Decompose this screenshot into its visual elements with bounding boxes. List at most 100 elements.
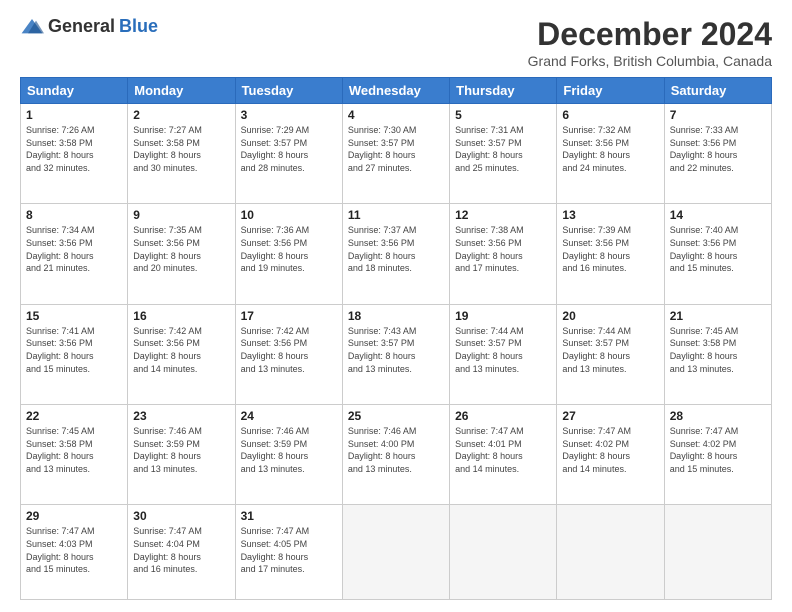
day-number: 15 <box>26 309 122 323</box>
day-number: 11 <box>348 208 444 222</box>
day-number: 1 <box>26 108 122 122</box>
calendar-cell: 3 Sunrise: 7:29 AMSunset: 3:57 PMDaylight… <box>235 104 342 204</box>
day-number: 17 <box>241 309 337 323</box>
day-number: 7 <box>670 108 766 122</box>
day-number: 28 <box>670 409 766 423</box>
day-info: Sunrise: 7:27 AMSunset: 3:58 PMDaylight:… <box>133 124 229 174</box>
day-info: Sunrise: 7:43 AMSunset: 3:57 PMDaylight:… <box>348 325 444 375</box>
calendar-cell: 19Sunrise: 7:44 AMSunset: 3:57 PMDayligh… <box>450 304 557 404</box>
calendar-cell: 5Sunrise: 7:31 AMSunset: 3:57 PMDaylight… <box>450 104 557 204</box>
day-number: 10 <box>241 208 337 222</box>
calendar-cell: 24 Sunrise: 7:46 AMSunset: 3:59 PMDayligh… <box>235 405 342 505</box>
calendar-cell: 27 Sunrise: 7:47 AMSunset: 4:02 PMDayligh… <box>557 405 664 505</box>
day-info: Sunrise: 7:32 AMSunset: 3:56 PMDaylight:… <box>562 124 658 174</box>
col-wednesday: Wednesday <box>342 78 449 104</box>
day-info: Sunrise: 7:40 AMSunset: 3:56 PMDaylight:… <box>670 224 766 274</box>
col-monday: Monday <box>128 78 235 104</box>
day-number: 8 <box>26 208 122 222</box>
calendar-cell: 21 Sunrise: 7:45 AMSunset: 3:58 PMDayligh… <box>664 304 771 404</box>
day-info: Sunrise: 7:39 AMSunset: 3:56 PMDaylight:… <box>562 224 658 274</box>
day-number: 9 <box>133 208 229 222</box>
day-number: 24 <box>241 409 337 423</box>
day-number: 27 <box>562 409 658 423</box>
calendar-cell: 12Sunrise: 7:38 AMSunset: 3:56 PMDayligh… <box>450 204 557 304</box>
calendar-cell: 16 Sunrise: 7:42 AMSunset: 3:56 PMDayligh… <box>128 304 235 404</box>
location-title: Grand Forks, British Columbia, Canada <box>528 53 772 69</box>
day-info: Sunrise: 7:42 AMSunset: 3:56 PMDaylight:… <box>133 325 229 375</box>
calendar-cell: 20Sunrise: 7:44 AMSunset: 3:57 PMDayligh… <box>557 304 664 404</box>
calendar-cell <box>342 505 449 600</box>
col-tuesday: Tuesday <box>235 78 342 104</box>
calendar-cell: 2 Sunrise: 7:27 AMSunset: 3:58 PMDaylight… <box>128 104 235 204</box>
day-info: Sunrise: 7:46 AMSunset: 3:59 PMDaylight:… <box>133 425 229 475</box>
day-number: 22 <box>26 409 122 423</box>
calendar-cell <box>557 505 664 600</box>
day-info: Sunrise: 7:29 AMSunset: 3:57 PMDaylight:… <box>241 124 337 174</box>
day-info: Sunrise: 7:46 AMSunset: 3:59 PMDaylight:… <box>241 425 337 475</box>
day-number: 19 <box>455 309 551 323</box>
day-info: Sunrise: 7:47 AMSunset: 4:04 PMDaylight:… <box>133 525 229 575</box>
day-info: Sunrise: 7:45 AMSunset: 3:58 PMDaylight:… <box>670 325 766 375</box>
calendar-cell: 4Sunrise: 7:30 AMSunset: 3:57 PMDaylight… <box>342 104 449 204</box>
calendar-cell: 9Sunrise: 7:35 AMSunset: 3:56 PMDaylight… <box>128 204 235 304</box>
title-area: December 2024 Grand Forks, British Colum… <box>528 16 772 69</box>
day-number: 31 <box>241 509 337 523</box>
day-info: Sunrise: 7:38 AMSunset: 3:56 PMDaylight:… <box>455 224 551 274</box>
day-info: Sunrise: 7:44 AMSunset: 3:57 PMDaylight:… <box>562 325 658 375</box>
calendar-cell: 28 Sunrise: 7:47 AMSunset: 4:02 PMDayligh… <box>664 405 771 505</box>
logo-blue: Blue <box>119 16 158 37</box>
day-number: 14 <box>670 208 766 222</box>
day-number: 2 <box>133 108 229 122</box>
day-number: 6 <box>562 108 658 122</box>
day-number: 13 <box>562 208 658 222</box>
col-sunday: Sunday <box>21 78 128 104</box>
calendar-cell: 26 Sunrise: 7:47 AMSunset: 4:01 PMDayligh… <box>450 405 557 505</box>
calendar-cell: 8 Sunrise: 7:34 AMSunset: 3:56 PMDaylight… <box>21 204 128 304</box>
col-friday: Friday <box>557 78 664 104</box>
calendar-cell <box>664 505 771 600</box>
calendar-cell: 14 Sunrise: 7:40 AMSunset: 3:56 PMDayligh… <box>664 204 771 304</box>
day-info: Sunrise: 7:47 AMSunset: 4:05 PMDaylight:… <box>241 525 337 575</box>
day-number: 5 <box>455 108 551 122</box>
calendar-cell: 10Sunrise: 7:36 AMSunset: 3:56 PMDayligh… <box>235 204 342 304</box>
day-number: 3 <box>241 108 337 122</box>
day-number: 29 <box>26 509 122 523</box>
day-info: Sunrise: 7:47 AMSunset: 4:03 PMDaylight:… <box>26 525 122 575</box>
calendar-row: 22 Sunrise: 7:45 AMSunset: 3:58 PMDayligh… <box>21 405 772 505</box>
day-info: Sunrise: 7:47 AMSunset: 4:02 PMDaylight:… <box>670 425 766 475</box>
calendar-cell: 13 Sunrise: 7:39 AMSunset: 3:56 PMDayligh… <box>557 204 664 304</box>
logo-icon <box>20 17 44 37</box>
day-number: 16 <box>133 309 229 323</box>
calendar-cell: 25Sunrise: 7:46 AMSunset: 4:00 PMDayligh… <box>342 405 449 505</box>
calendar-cell: 7 Sunrise: 7:33 AMSunset: 3:56 PMDaylight… <box>664 104 771 204</box>
col-saturday: Saturday <box>664 78 771 104</box>
day-info: Sunrise: 7:33 AMSunset: 3:56 PMDaylight:… <box>670 124 766 174</box>
day-number: 25 <box>348 409 444 423</box>
day-info: Sunrise: 7:45 AMSunset: 3:58 PMDaylight:… <box>26 425 122 475</box>
calendar-header-row: Sunday Monday Tuesday Wednesday Thursday… <box>21 78 772 104</box>
calendar-cell: 30Sunrise: 7:47 AMSunset: 4:04 PMDayligh… <box>128 505 235 600</box>
day-info: Sunrise: 7:42 AMSunset: 3:56 PMDaylight:… <box>241 325 337 375</box>
calendar-cell: 6 Sunrise: 7:32 AMSunset: 3:56 PMDaylight… <box>557 104 664 204</box>
day-info: Sunrise: 7:47 AMSunset: 4:02 PMDaylight:… <box>562 425 658 475</box>
day-info: Sunrise: 7:26 AMSunset: 3:58 PMDaylight:… <box>26 124 122 174</box>
calendar-cell <box>450 505 557 600</box>
calendar-row: 8 Sunrise: 7:34 AMSunset: 3:56 PMDaylight… <box>21 204 772 304</box>
day-info: Sunrise: 7:34 AMSunset: 3:56 PMDaylight:… <box>26 224 122 274</box>
calendar-cell: 23 Sunrise: 7:46 AMSunset: 3:59 PMDayligh… <box>128 405 235 505</box>
calendar-cell: 31 Sunrise: 7:47 AMSunset: 4:05 PMDayligh… <box>235 505 342 600</box>
calendar: Sunday Monday Tuesday Wednesday Thursday… <box>20 77 772 600</box>
calendar-row: 1 Sunrise: 7:26 AMSunset: 3:58 PMDaylight… <box>21 104 772 204</box>
calendar-row: 15Sunrise: 7:41 AMSunset: 3:56 PMDayligh… <box>21 304 772 404</box>
day-number: 26 <box>455 409 551 423</box>
calendar-cell: 11Sunrise: 7:37 AMSunset: 3:56 PMDayligh… <box>342 204 449 304</box>
day-number: 21 <box>670 309 766 323</box>
page: GeneralBlue December 2024 Grand Forks, B… <box>0 0 792 612</box>
calendar-cell: 22 Sunrise: 7:45 AMSunset: 3:58 PMDayligh… <box>21 405 128 505</box>
month-title: December 2024 <box>528 16 772 53</box>
col-thursday: Thursday <box>450 78 557 104</box>
calendar-cell: 17 Sunrise: 7:42 AMSunset: 3:56 PMDayligh… <box>235 304 342 404</box>
day-info: Sunrise: 7:30 AMSunset: 3:57 PMDaylight:… <box>348 124 444 174</box>
day-info: Sunrise: 7:47 AMSunset: 4:01 PMDaylight:… <box>455 425 551 475</box>
day-number: 23 <box>133 409 229 423</box>
